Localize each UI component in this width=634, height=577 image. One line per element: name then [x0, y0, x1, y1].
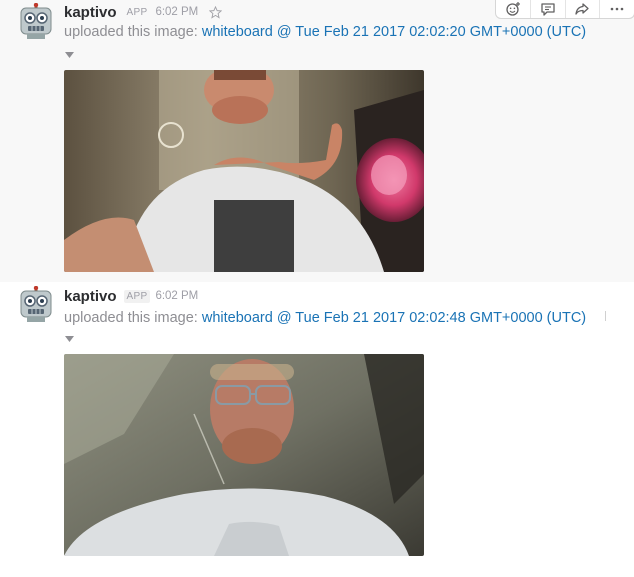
upload-text: uploaded this image: [64, 24, 198, 40]
caret-down-icon[interactable] [65, 336, 74, 342]
more-actions-button[interactable] [600, 0, 634, 18]
uploaded-image[interactable] [64, 354, 424, 556]
message-header: kaptivo APP 6:02 PM [64, 2, 223, 22]
start-thread-button[interactable] [531, 0, 566, 18]
start-thread-icon [540, 2, 555, 16]
message-1: kaptivo APP 6:02 PM uploaded this image:… [0, 0, 634, 282]
uploaded-image[interactable] [64, 70, 424, 272]
message-text: uploaded this image: whiteboard @ Tue Fe… [64, 310, 586, 326]
message-header: kaptivo APP 6:02 PM [64, 286, 198, 306]
upload-text: uploaded this image: [64, 310, 198, 326]
add-reaction-icon [506, 1, 520, 16]
add-reaction-button[interactable] [496, 0, 531, 18]
sender-name[interactable]: kaptivo [64, 4, 117, 21]
sender-name[interactable]: kaptivo [64, 288, 117, 305]
robot-avatar[interactable] [19, 286, 53, 322]
more-actions-icon [610, 7, 624, 10]
divider [605, 311, 606, 321]
message-actions-toolbar [495, 0, 634, 19]
message-2: kaptivo APP 6:02 PM uploaded this image:… [0, 282, 634, 577]
app-badge: APP [123, 289, 151, 303]
file-link[interactable]: whiteboard @ Tue Feb 21 2017 02:02:20 GM… [202, 24, 586, 40]
share-message-button[interactable] [566, 0, 601, 18]
app-badge: APP [126, 6, 148, 18]
file-link[interactable]: whiteboard @ Tue Feb 21 2017 02:02:48 GM… [202, 310, 586, 326]
timestamp[interactable]: 6:02 PM [155, 290, 198, 302]
caret-down-icon[interactable] [65, 52, 74, 58]
robot-avatar[interactable] [19, 3, 53, 39]
timestamp[interactable]: 6:02 PM [155, 6, 198, 18]
message-text: uploaded this image: whiteboard @ Tue Fe… [64, 24, 586, 40]
share-message-icon [575, 2, 590, 15]
star-icon[interactable] [209, 5, 223, 19]
